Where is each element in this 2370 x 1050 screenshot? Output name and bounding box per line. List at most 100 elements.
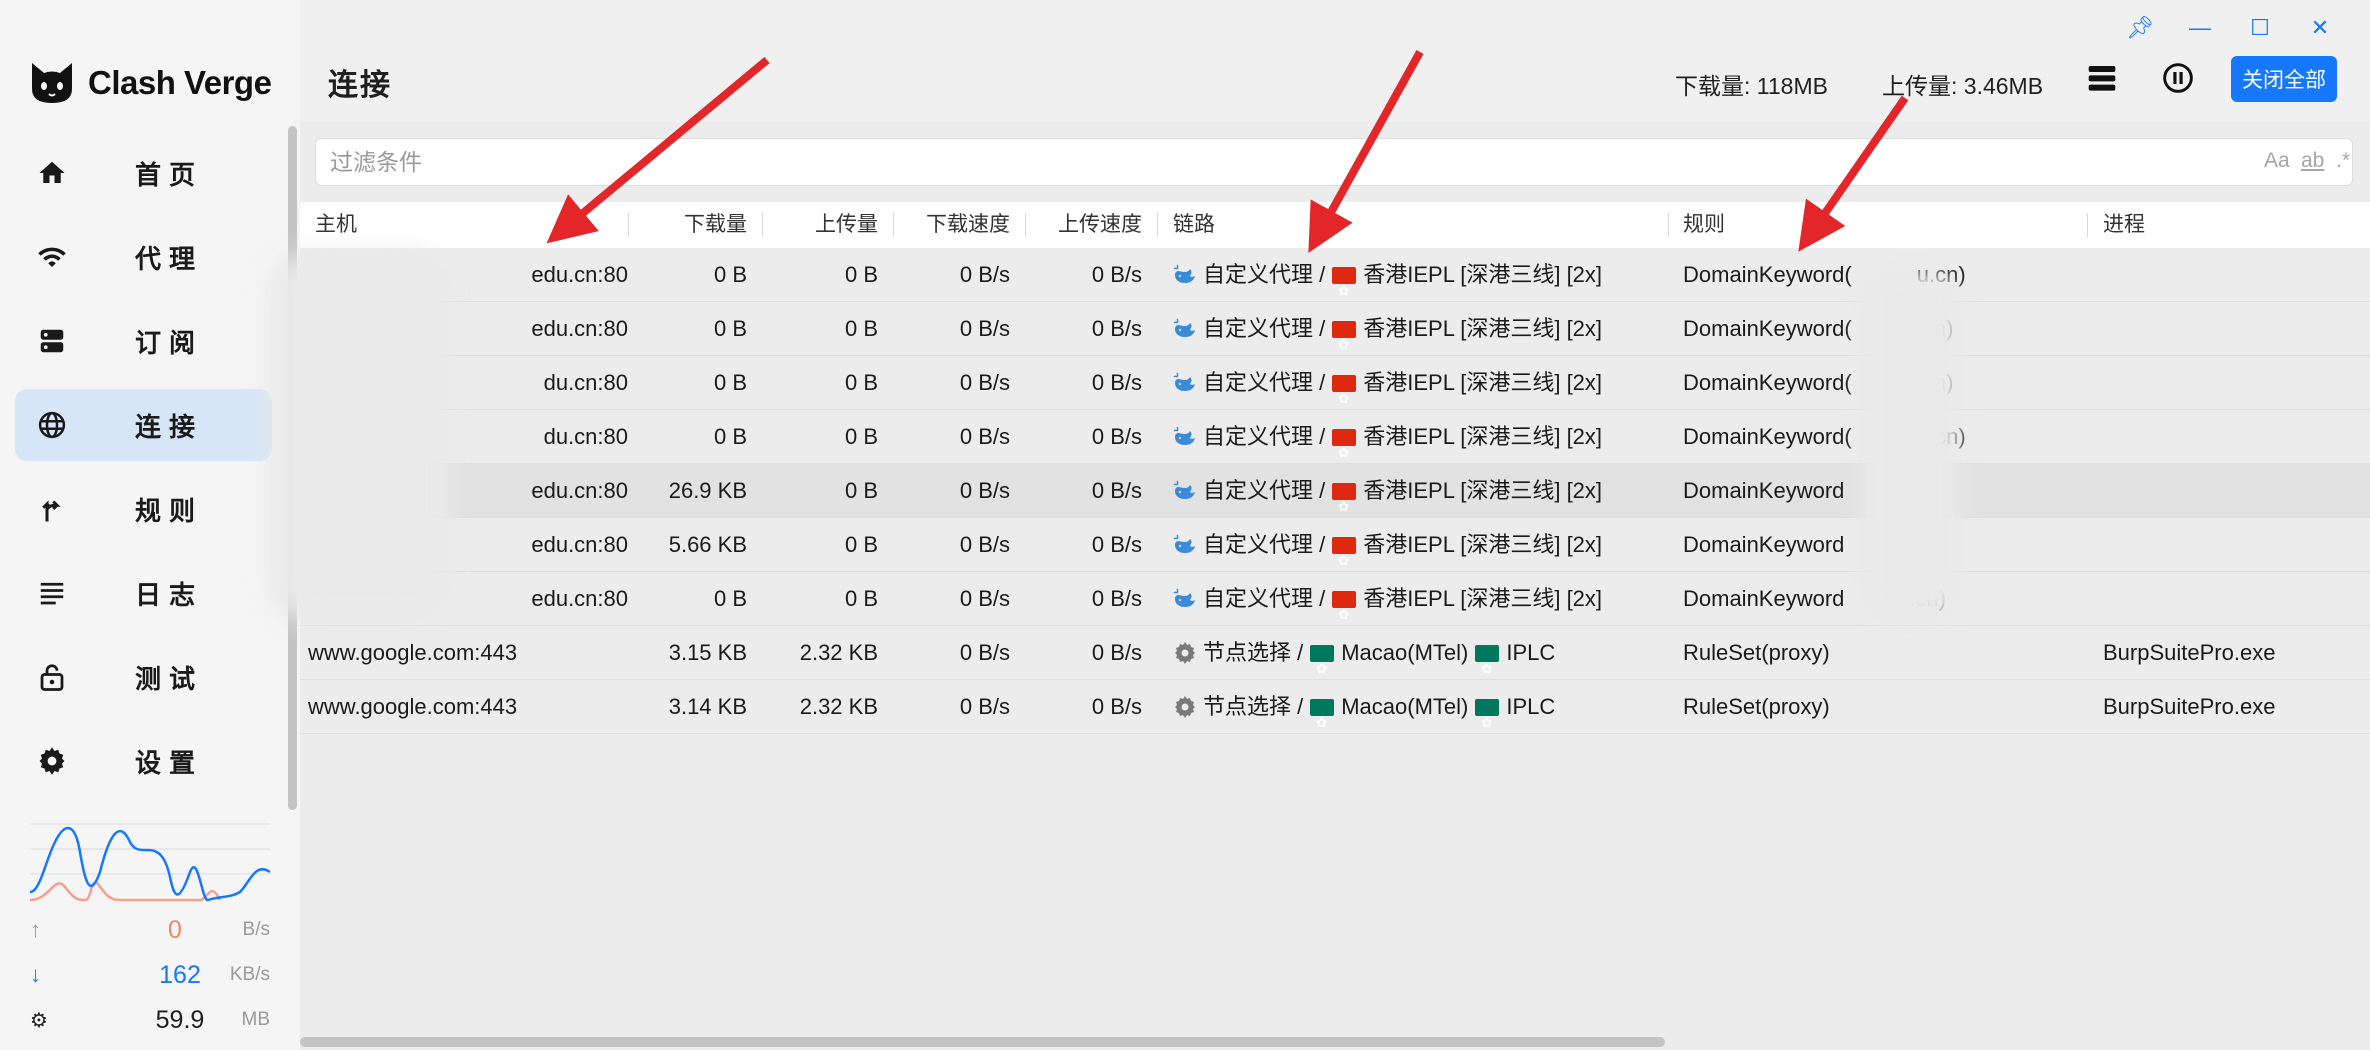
nav-item-subscription[interactable]: 订阅 — [15, 305, 272, 377]
app-logo: Clash Verge — [28, 58, 272, 108]
maximize-icon[interactable]: ☐ — [2230, 12, 2290, 44]
pause-icon[interactable] — [2162, 62, 2194, 94]
table-row[interactable]: edu.cn:80 5.66 KB 0 B 0 B/s 0 B/s 自定义代理 / 香港IE… — [300, 518, 2370, 572]
arrow-up-icon: ↑ — [30, 917, 41, 942]
nav-label: 日志 — [135, 579, 204, 610]
nav-label: 规则 — [135, 495, 204, 526]
process-cell — [2103, 356, 2363, 410]
upload-speed-cell: 0 B/s — [1091, 640, 1142, 665]
match-word-toggle[interactable]: ab — [2301, 149, 2324, 173]
column-separator[interactable] — [628, 213, 629, 237]
chain-cell: 节点选择 / Macao(MTel) IPLC — [1173, 680, 1663, 734]
column-separator[interactable] — [2087, 213, 2088, 237]
download-cell: 5.66 KB — [668, 532, 747, 557]
column-rule[interactable]: 规则 — [1683, 202, 1725, 248]
close-all-button[interactable]: 关闭全部 — [2231, 56, 2337, 102]
gear-icon — [39, 747, 65, 775]
regex-toggle[interactable]: .* — [2336, 149, 2350, 173]
nav-item-settings[interactable]: 设置 — [15, 725, 272, 797]
column-chain[interactable]: 链路 — [1173, 202, 1215, 248]
table-row[interactable]: www.google.com:443 3.14 KB 2.32 KB 0 B/s 0 B… — [300, 680, 2370, 734]
horizontal-scrollbar[interactable] — [300, 1037, 1665, 1047]
fork-icon — [42, 500, 61, 522]
column-separator[interactable] — [1157, 213, 1158, 237]
hong-kong-flag-icon — [1332, 318, 1357, 356]
chain-node: 香港IEPL [深港三线] [2x] — [1363, 370, 1603, 395]
download-cell: 3.15 KB — [668, 640, 747, 665]
nav-item-logs[interactable]: 日志 — [15, 557, 272, 629]
rule-cell: RuleSet(proxy) — [1683, 626, 2083, 680]
download-speed-cell: 0 B/s — [959, 424, 1010, 449]
table-row[interactable]: du.cn:80 0 B 0 B 0 B/s 0 B/s 自定义代理 / 香港IEPL [深… — [300, 410, 2370, 464]
column-separator[interactable] — [762, 213, 763, 237]
arrow-down-icon: ↓ — [30, 962, 41, 987]
nav-label: 首页 — [135, 159, 204, 190]
upload-speed-cell: 0 B/s — [1091, 424, 1142, 449]
download-cell: 0 B — [713, 370, 747, 395]
table-row[interactable]: edu.cn:80 0 B 0 B 0 B/s 0 B/s 自定义代理 / 香港IEPL [… — [300, 572, 2370, 626]
home-icon — [39, 161, 65, 183]
upload-cell: 2.32 KB — [799, 694, 878, 719]
column-separator[interactable] — [1025, 213, 1026, 237]
minimize-icon[interactable]: — — [2170, 12, 2230, 44]
pin-icon[interactable]: 📌︎ — [2110, 12, 2170, 44]
macao-flag-icon — [1475, 696, 1500, 734]
chain-cell: 自定义代理 / 香港IEPL [深港三线] [2x] — [1173, 572, 1663, 626]
process-cell — [2103, 518, 2363, 572]
cat-logo-icon — [32, 63, 72, 103]
rule-text: DomainKeyword( — [1683, 262, 1852, 287]
rule-text: RuleSet(proxy) — [1683, 694, 1830, 719]
chain-group: 节点选择 / — [1203, 640, 1304, 665]
wifi-icon — [38, 247, 66, 267]
hong-kong-flag-icon — [1332, 426, 1357, 464]
chain-node: Macao(MTel) — [1341, 640, 1469, 665]
upload-cell: 0 B — [844, 424, 878, 449]
chain-node: 香港IEPL [深港三线] [2x] — [1363, 586, 1603, 611]
chain-group: 自定义代理 / — [1203, 586, 1326, 611]
filter-bar: Aa ab .* — [315, 138, 2353, 186]
upload-speed-cell: 0 B/s — [1091, 262, 1142, 287]
layers-icon[interactable] — [2086, 62, 2118, 94]
table-row[interactable]: www.google.com:443 3.15 KB 2.32 KB 0 B/s 0 B… — [300, 626, 2370, 680]
host-text: edu.cn:80 — [531, 262, 628, 287]
download-speed-cell: 0 B/s — [959, 370, 1010, 395]
filter-input[interactable] — [330, 139, 2130, 185]
nav-item-home[interactable]: 首页 — [15, 137, 272, 209]
process-cell — [2103, 464, 2363, 518]
match-case-toggle[interactable]: Aa — [2264, 149, 2290, 173]
table-row[interactable]: edu.cn:80 26.9 KB 0 B 0 B/s 0 B/s 自定义代理 / 香港IE… — [300, 464, 2370, 518]
table-row[interactable]: edu.cn:80 0 B 0 B 0 B/s 0 B/s 自定义代理 / 香港IEPL [… — [300, 248, 2370, 302]
column-download[interactable]: 下载量 — [630, 202, 747, 248]
rule-text: DomainKeyword( — [1683, 370, 1852, 395]
column-separator[interactable] — [893, 213, 894, 237]
download-speed: ↓ 162 KB/s — [30, 955, 270, 995]
memory-icon: ⚙ — [30, 1009, 48, 1032]
column-upload[interactable]: 上传量 — [765, 202, 878, 248]
nav-label: 连接 — [135, 411, 204, 442]
close-icon[interactable]: ✕ — [2290, 12, 2350, 44]
lock-icon — [40, 664, 64, 691]
column-separator[interactable] — [1668, 213, 1669, 237]
table-row[interactable]: edu.cn:80 0 B 0 B 0 B/s 0 B/s 自定义代理 / 香港IEPL [… — [300, 302, 2370, 356]
column-download-speed[interactable]: 下载速度 — [895, 202, 1010, 248]
download-cell: 0 B — [713, 586, 747, 611]
chain-node: 香港IEPL [深港三线] [2x] — [1363, 478, 1603, 503]
column-upload-speed[interactable]: 上传速度 — [1027, 202, 1142, 248]
nav-item-test[interactable]: 测试 — [15, 641, 272, 713]
nav-item-connections[interactable]: 连接 — [15, 389, 272, 461]
upload-cell: 0 B — [844, 370, 878, 395]
download-cell: 26.9 KB — [668, 478, 747, 503]
rule-text: DomainKeyword( — [1683, 424, 1852, 449]
whale-icon — [1173, 588, 1195, 607]
download-cell: 0 B — [713, 424, 747, 449]
column-host[interactable]: 主机 — [315, 202, 357, 248]
process-cell — [2103, 302, 2363, 356]
chain-cell: 自定义代理 / 香港IEPL [深港三线] [2x] — [1173, 302, 1663, 356]
download-cell: 0 B — [713, 316, 747, 341]
table-row[interactable]: du.cn:80 0 B 0 B 0 B/s 0 B/s 自定义代理 / 香港IEPL [深… — [300, 356, 2370, 410]
upload-cell: 0 B — [844, 532, 878, 557]
column-process[interactable]: 进程 — [2103, 202, 2145, 248]
nav-item-rules[interactable]: 规则 — [15, 473, 272, 545]
hong-kong-flag-icon — [1332, 372, 1357, 410]
nav-item-proxy[interactable]: 代理 — [15, 221, 272, 293]
